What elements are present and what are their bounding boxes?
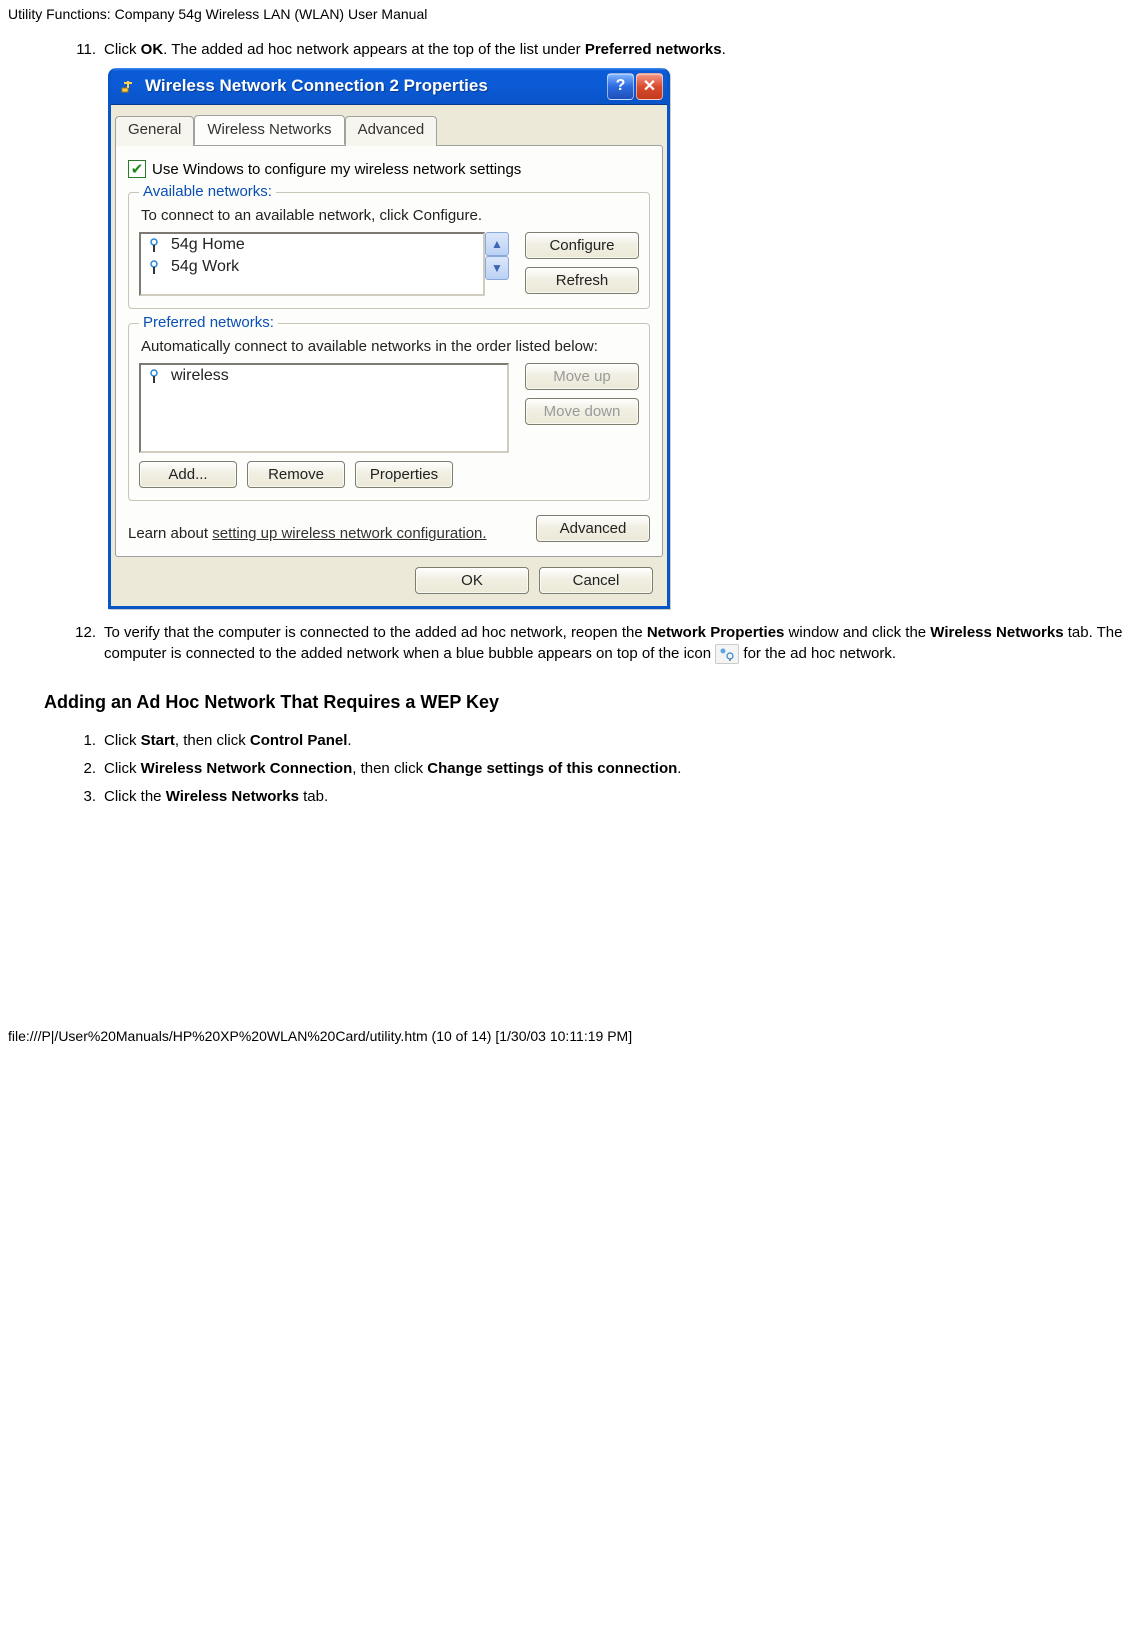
group-title: Available networks: xyxy=(139,183,276,200)
group-desc: To connect to an available network, clic… xyxy=(141,207,639,224)
bold: Network Properties xyxy=(647,624,785,641)
text: To verify that the computer is connected… xyxy=(104,624,647,641)
network-icon xyxy=(145,258,163,276)
remove-button[interactable]: Remove xyxy=(247,461,345,488)
text: , then click xyxy=(175,732,250,749)
network-icon xyxy=(145,367,163,385)
step-12: 12. To verify that the computer is conne… xyxy=(64,623,1134,664)
tab-strip: General Wireless Networks Advanced xyxy=(115,115,667,145)
text: . xyxy=(677,760,681,777)
text: Learn about xyxy=(128,525,212,542)
bold: Start xyxy=(141,732,175,749)
text: . xyxy=(347,732,351,749)
list-item-label: 54g Work xyxy=(171,258,239,276)
titlebar[interactable]: Wireless Network Connection 2 Properties… xyxy=(111,68,667,105)
cancel-button[interactable]: Cancel xyxy=(539,567,653,594)
list-item[interactable]: 54g Work xyxy=(141,256,483,278)
available-networks-list[interactable]: 54g Home 54g Work xyxy=(139,232,485,296)
bold: Change settings of this connection xyxy=(427,760,677,777)
step-number: 2. xyxy=(64,759,96,779)
step-11: 11. Click OK. The added ad hoc network a… xyxy=(64,40,1134,60)
text: Click xyxy=(104,41,141,58)
bold: Wireless Networks xyxy=(930,624,1063,641)
available-networks-group: Available networks: To connect to an ava… xyxy=(128,192,650,309)
tab-panel: ✔ Use Windows to configure my wireless n… xyxy=(115,145,663,557)
text: window and click the xyxy=(784,624,930,641)
step-number: 3. xyxy=(64,787,96,807)
refresh-button[interactable]: Refresh xyxy=(525,267,639,294)
move-down-button[interactable]: Move down xyxy=(525,398,639,425)
bold: Wireless Networks xyxy=(166,788,299,805)
text: Click the xyxy=(104,788,166,805)
list-item[interactable]: 54g Home xyxy=(141,234,483,256)
preferred-networks-group: Preferred networks: Automatically connec… xyxy=(128,323,650,501)
use-windows-label: Use Windows to configure my wireless net… xyxy=(152,161,521,178)
step-number: 11. xyxy=(64,40,96,60)
learn-link[interactable]: setting up wireless network configuratio… xyxy=(212,525,486,542)
preferred-networks-list[interactable]: wireless xyxy=(139,363,509,453)
learn-text: Learn about setting up wireless network … xyxy=(128,525,487,542)
text: for the ad hoc network. xyxy=(743,645,896,662)
text: Click xyxy=(104,732,141,749)
group-desc: Automatically connect to available netwo… xyxy=(141,338,639,355)
text: . xyxy=(722,41,726,58)
list-item[interactable]: wireless xyxy=(141,365,507,387)
scroll-up-icon[interactable]: ▲ xyxy=(485,232,509,256)
step-number: 12. xyxy=(64,623,96,664)
window-icon xyxy=(119,77,137,95)
page-footer: file:///P|/User%20Manuals/HP%20XP%20WLAN… xyxy=(8,1028,1134,1044)
window-title: Wireless Network Connection 2 Properties xyxy=(145,76,605,96)
move-up-button[interactable]: Move up xyxy=(525,363,639,390)
scroll-down-icon[interactable]: ▼ xyxy=(485,256,509,280)
ok-button[interactable]: OK xyxy=(415,567,529,594)
list-item-label: wireless xyxy=(171,367,229,385)
add-button[interactable]: Add... xyxy=(139,461,237,488)
advanced-button[interactable]: Advanced xyxy=(536,515,650,542)
step-b-3: 3. Click the Wireless Networks tab. xyxy=(64,787,1134,807)
step-b-1: 1. Click Start, then click Control Panel… xyxy=(64,731,1134,751)
wireless-properties-dialog: Wireless Network Connection 2 Properties… xyxy=(108,68,670,609)
help-button[interactable]: ? xyxy=(607,73,634,100)
tab-wireless-networks[interactable]: Wireless Networks xyxy=(194,115,344,145)
step-number: 1. xyxy=(64,731,96,751)
text: . The added ad hoc network appears at th… xyxy=(163,41,585,58)
dialog-footer: OK Cancel xyxy=(111,557,667,606)
section-title: Adding an Ad Hoc Network That Requires a… xyxy=(44,692,1134,713)
tab-general[interactable]: General xyxy=(115,116,194,146)
network-icon xyxy=(145,236,163,254)
step-b-2: 2. Click Wireless Network Connection, th… xyxy=(64,759,1134,779)
text: , then click xyxy=(352,760,427,777)
bold: Preferred networks xyxy=(585,41,722,58)
list-item-label: 54g Home xyxy=(171,236,245,254)
tab-advanced[interactable]: Advanced xyxy=(345,116,438,146)
page-header: Utility Functions: Company 54g Wireless … xyxy=(8,6,1134,22)
adhoc-connected-icon xyxy=(715,644,739,664)
use-windows-checkbox[interactable]: ✔ xyxy=(128,160,146,178)
bold: OK xyxy=(141,41,164,58)
close-button[interactable]: ✕ xyxy=(636,73,663,100)
bold: Control Panel xyxy=(250,732,348,749)
scrollbar[interactable]: ▲ ▼ xyxy=(485,232,509,280)
text: Click xyxy=(104,760,141,777)
configure-button[interactable]: Configure xyxy=(525,232,639,259)
text: tab. xyxy=(299,788,328,805)
group-title: Preferred networks: xyxy=(139,314,278,331)
properties-button[interactable]: Properties xyxy=(355,461,453,488)
bold: Wireless Network Connection xyxy=(141,760,353,777)
